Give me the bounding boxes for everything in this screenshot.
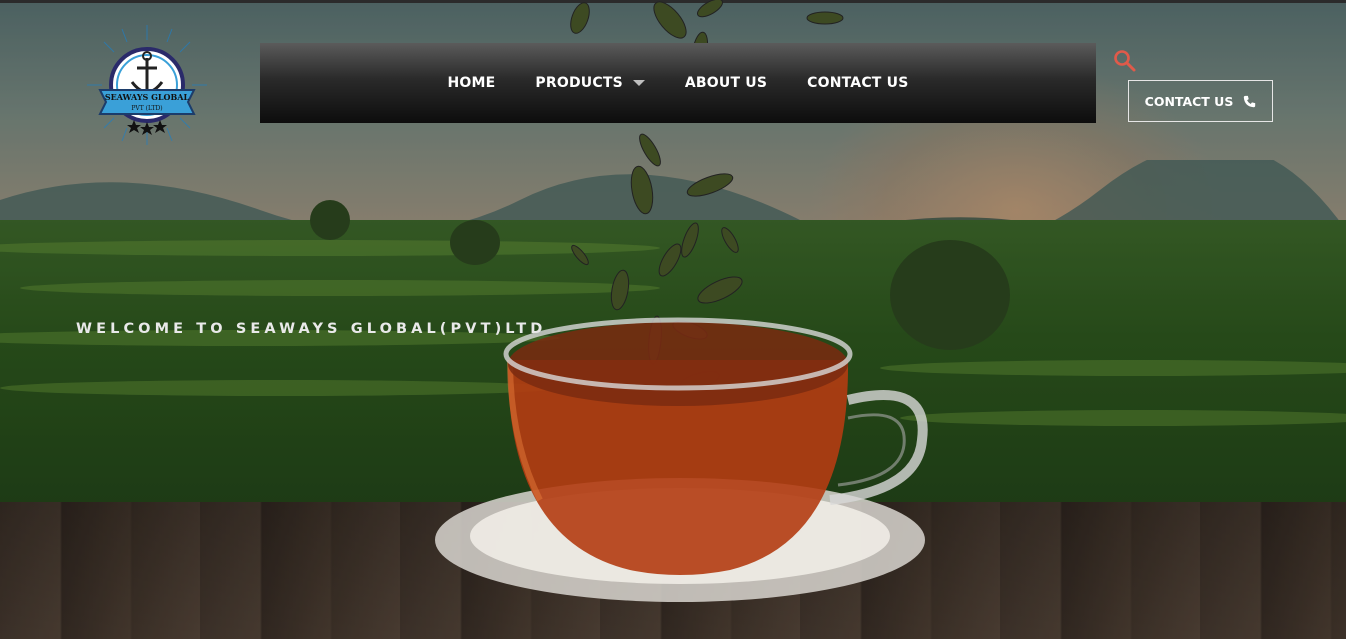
tea-cup <box>435 317 928 602</box>
nav-about-label: ABOUT US <box>684 75 768 91</box>
contact-button-label: CONTACT US <box>1144 93 1234 109</box>
phone-icon <box>1244 95 1256 107</box>
nav-products-label: PRODUCTS <box>535 75 623 91</box>
nav-contact-label: CONTACT US <box>807 75 909 91</box>
hero-welcome-text: WELCOME TO SEAWAYS GLOBAL(PVT)LTD <box>76 321 547 337</box>
search-icon[interactable] <box>1113 49 1137 73</box>
logo-text-line1: SEAWAYS GLOBAL <box>105 92 190 102</box>
chevron-down-icon <box>632 80 645 86</box>
nav-home-label: HOME <box>447 75 496 91</box>
main-navigation: HOME PRODUCTS ABOUT US CONTACT US <box>260 43 1096 123</box>
nav-contact-us[interactable]: CONTACT US <box>807 75 908 91</box>
site-logo[interactable]: SEAWAYS GLOBAL PVT (LTD) <box>82 20 212 150</box>
nav-products[interactable]: PRODUCTS <box>535 75 645 91</box>
contact-us-button[interactable]: CONTACT US <box>1128 80 1273 122</box>
nav-home[interactable]: HOME <box>448 75 496 91</box>
nav-about-us[interactable]: ABOUT US <box>685 75 767 91</box>
logo-text-line2: PVT (LTD) <box>131 105 162 112</box>
